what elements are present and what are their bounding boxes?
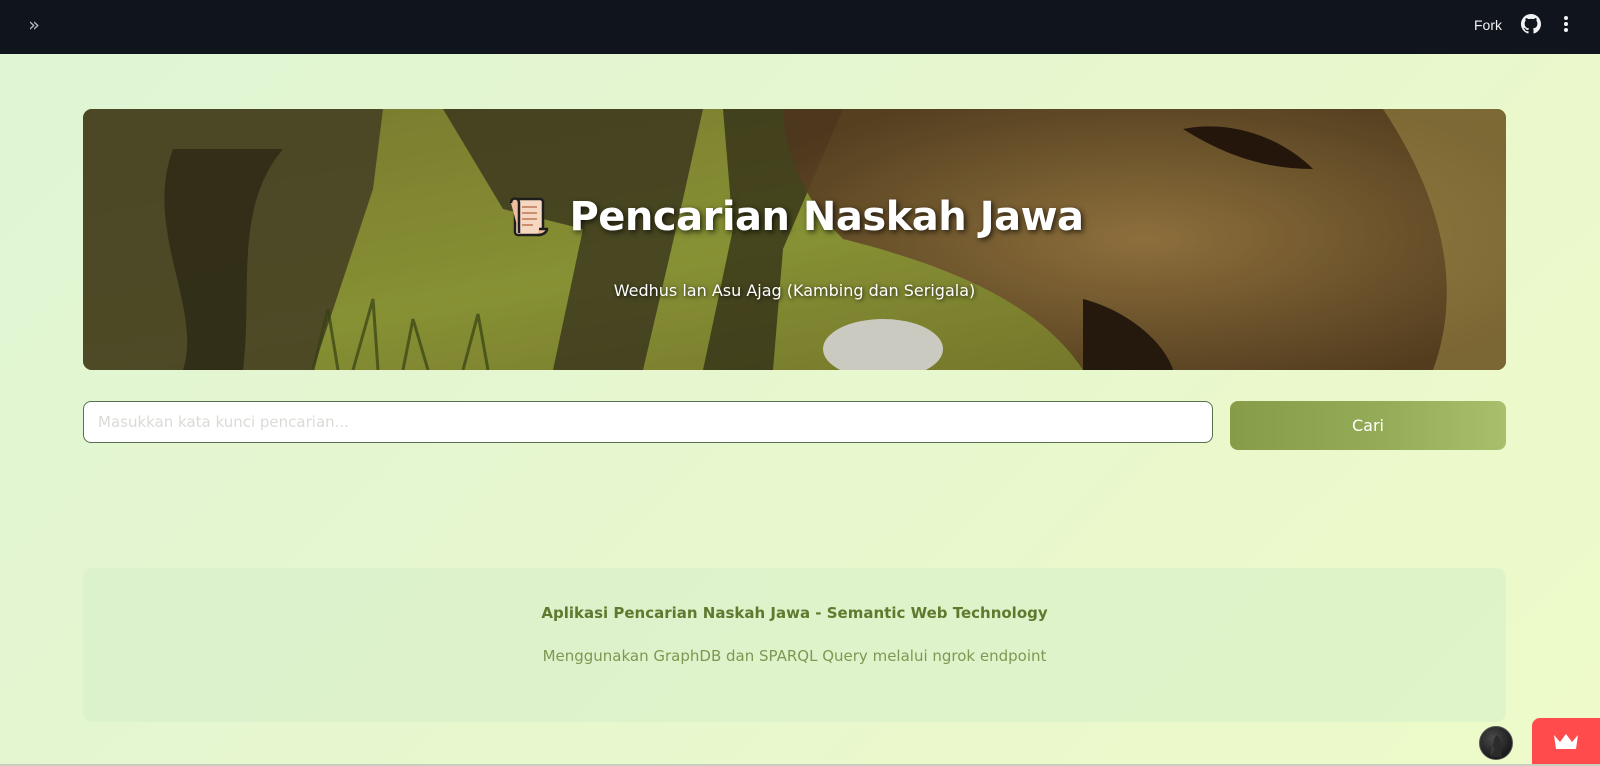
footer-info-card: Aplikasi Pencarian Naskah Jawa - Semanti…: [83, 568, 1506, 722]
search-input[interactable]: [83, 401, 1213, 443]
hero-title-row: Pencarian Naskah Jawa: [83, 193, 1506, 241]
hero-banner: Pencarian Naskah Jawa Wedhus lan Asu Aja…: [83, 109, 1506, 370]
top-toolbar: » Fork: [0, 0, 1600, 54]
footer-description: Menggunakan GraphDB dan SPARQL Query mel…: [542, 647, 1047, 665]
fork-link[interactable]: Fork: [1474, 15, 1502, 35]
crown-icon: [1554, 734, 1578, 749]
search-button[interactable]: Cari: [1230, 401, 1506, 450]
page-subtitle: Wedhus lan Asu Ajag (Kambing dan Serigal…: [613, 281, 976, 300]
github-icon[interactable]: [1521, 14, 1541, 34]
double-chevron-right-icon[interactable]: »: [23, 14, 45, 36]
user-avatar-icon[interactable]: [1479, 726, 1513, 760]
streamlit-crown-button[interactable]: [1532, 718, 1600, 766]
page-title: Pencarian Naskah Jawa: [569, 194, 1084, 240]
kebab-menu-icon[interactable]: [1558, 14, 1574, 34]
footer-title: Aplikasi Pencarian Naskah Jawa - Semanti…: [541, 604, 1048, 622]
scroll-icon: [510, 197, 549, 237]
